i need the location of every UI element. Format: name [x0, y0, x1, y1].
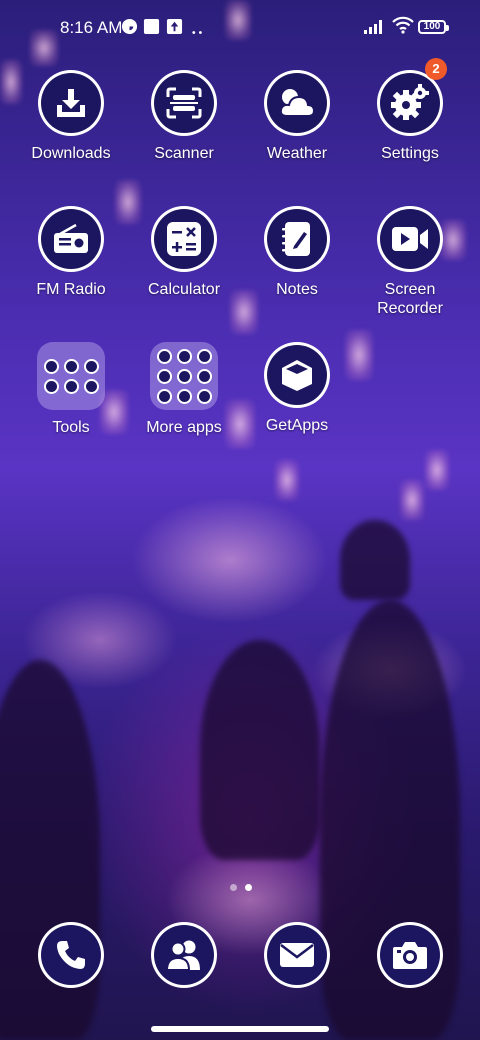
- page-dot[interactable]: [230, 884, 237, 891]
- app-label: Scanner: [154, 145, 214, 162]
- downloads-app-icon[interactable]: [38, 70, 104, 136]
- app-fm-radio[interactable]: FM Radio: [15, 206, 127, 299]
- gear-icon: [391, 84, 429, 120]
- wifi-icon: [392, 16, 414, 34]
- download-icon: [57, 89, 85, 117]
- app-icon: [196, 388, 212, 404]
- app-getapps[interactable]: GetApps: [241, 342, 353, 435]
- dock-contacts[interactable]: [128, 922, 240, 988]
- messages-app-icon[interactable]: [264, 922, 330, 988]
- phone-app-icon[interactable]: [38, 922, 104, 988]
- radio-icon: [54, 223, 88, 253]
- mic-icon: [43, 358, 59, 374]
- lantern-decoration: [275, 460, 299, 500]
- box-icon: [282, 360, 312, 391]
- linkedin-icon: [156, 368, 172, 384]
- scanner-app-icon[interactable]: [151, 70, 217, 136]
- app-weather[interactable]: Weather: [241, 70, 353, 163]
- folder-more-apps[interactable]: More apps: [128, 342, 240, 437]
- app-notes[interactable]: Notes: [241, 206, 353, 299]
- app-label: Settings: [381, 145, 439, 162]
- signal-icon: [364, 20, 382, 34]
- app-label: Weather: [266, 145, 328, 162]
- getapps-app-icon[interactable]: [264, 342, 330, 408]
- contacts-app-icon[interactable]: [151, 922, 217, 988]
- app-screen-recorder[interactable]: Screen Recorder: [354, 206, 466, 318]
- app-label: Downloads: [31, 145, 111, 162]
- app-label: FM Radio: [36, 281, 106, 298]
- app-icon: [196, 368, 212, 384]
- dock-phone[interactable]: [15, 922, 127, 988]
- app-icon: [156, 388, 172, 404]
- app-icon: [63, 358, 79, 374]
- app-icon: [176, 368, 192, 384]
- calculator-app-icon[interactable]: [151, 206, 217, 272]
- page-indicator: [226, 878, 256, 896]
- scanner-icon: [166, 87, 202, 119]
- status-time: 8:16 AM: [60, 18, 123, 37]
- folder-icon[interactable]: [37, 342, 105, 410]
- lantern-decoration: [400, 480, 424, 520]
- notification-badge: 2: [425, 58, 447, 80]
- app-label: GetApps: [265, 417, 329, 434]
- phone-icon: [57, 941, 85, 969]
- play-icon: [176, 388, 192, 404]
- app-icon: [196, 348, 212, 364]
- settings-app-icon[interactable]: 2: [377, 58, 447, 136]
- folder-icon[interactable]: [150, 342, 218, 410]
- compass-icon: [83, 358, 99, 374]
- dock-camera[interactable]: [354, 922, 466, 988]
- status-bar: 8:16 AM 100: [0, 0, 480, 56]
- person-silhouette: [200, 640, 320, 860]
- battery-level: 100: [423, 21, 441, 32]
- mail-icon: [280, 943, 314, 967]
- app-settings[interactable]: 2 Settings: [354, 58, 466, 163]
- app-icon: [156, 348, 172, 364]
- lantern-decoration: [425, 450, 449, 490]
- camera-app-icon[interactable]: [377, 922, 443, 988]
- video-camera-icon: [392, 227, 428, 251]
- battery-icon: 100: [418, 20, 449, 34]
- calculator-icon: [167, 222, 201, 256]
- vpn-icon: [121, 18, 138, 35]
- facebook-icon: [176, 348, 192, 364]
- app-icon: [83, 378, 99, 394]
- page-dot-active[interactable]: [245, 884, 252, 891]
- more-dots-icon: [192, 31, 202, 34]
- app-label: Screen Recorder: [377, 281, 443, 317]
- folder-tools[interactable]: Tools: [15, 342, 127, 437]
- app-label: Calculator: [147, 281, 221, 298]
- fm-radio-app-icon[interactable]: [38, 206, 104, 272]
- home-gesture-bar[interactable]: [151, 1026, 329, 1032]
- camera-icon: [393, 942, 427, 969]
- contacts-icon: [165, 940, 200, 971]
- dock-messages[interactable]: [241, 922, 353, 988]
- app-scanner[interactable]: Scanner: [128, 70, 240, 163]
- app-icon: [63, 378, 79, 394]
- weather-icon: [279, 89, 316, 117]
- weather-app-icon[interactable]: [264, 70, 330, 136]
- help-icon: [43, 378, 59, 394]
- app-label: Notes: [276, 281, 318, 298]
- square-icon: [143, 18, 160, 35]
- app-calculator[interactable]: Calculator: [128, 206, 240, 299]
- person-silhouette: [340, 520, 410, 600]
- notes-app-icon[interactable]: [264, 206, 330, 272]
- upload-icon: [166, 18, 183, 35]
- app-label: More apps: [146, 419, 222, 436]
- screen-recorder-app-icon[interactable]: [377, 206, 443, 272]
- app-downloads[interactable]: Downloads: [15, 70, 127, 163]
- app-label: Tools: [52, 419, 90, 436]
- notes-icon: [282, 222, 310, 256]
